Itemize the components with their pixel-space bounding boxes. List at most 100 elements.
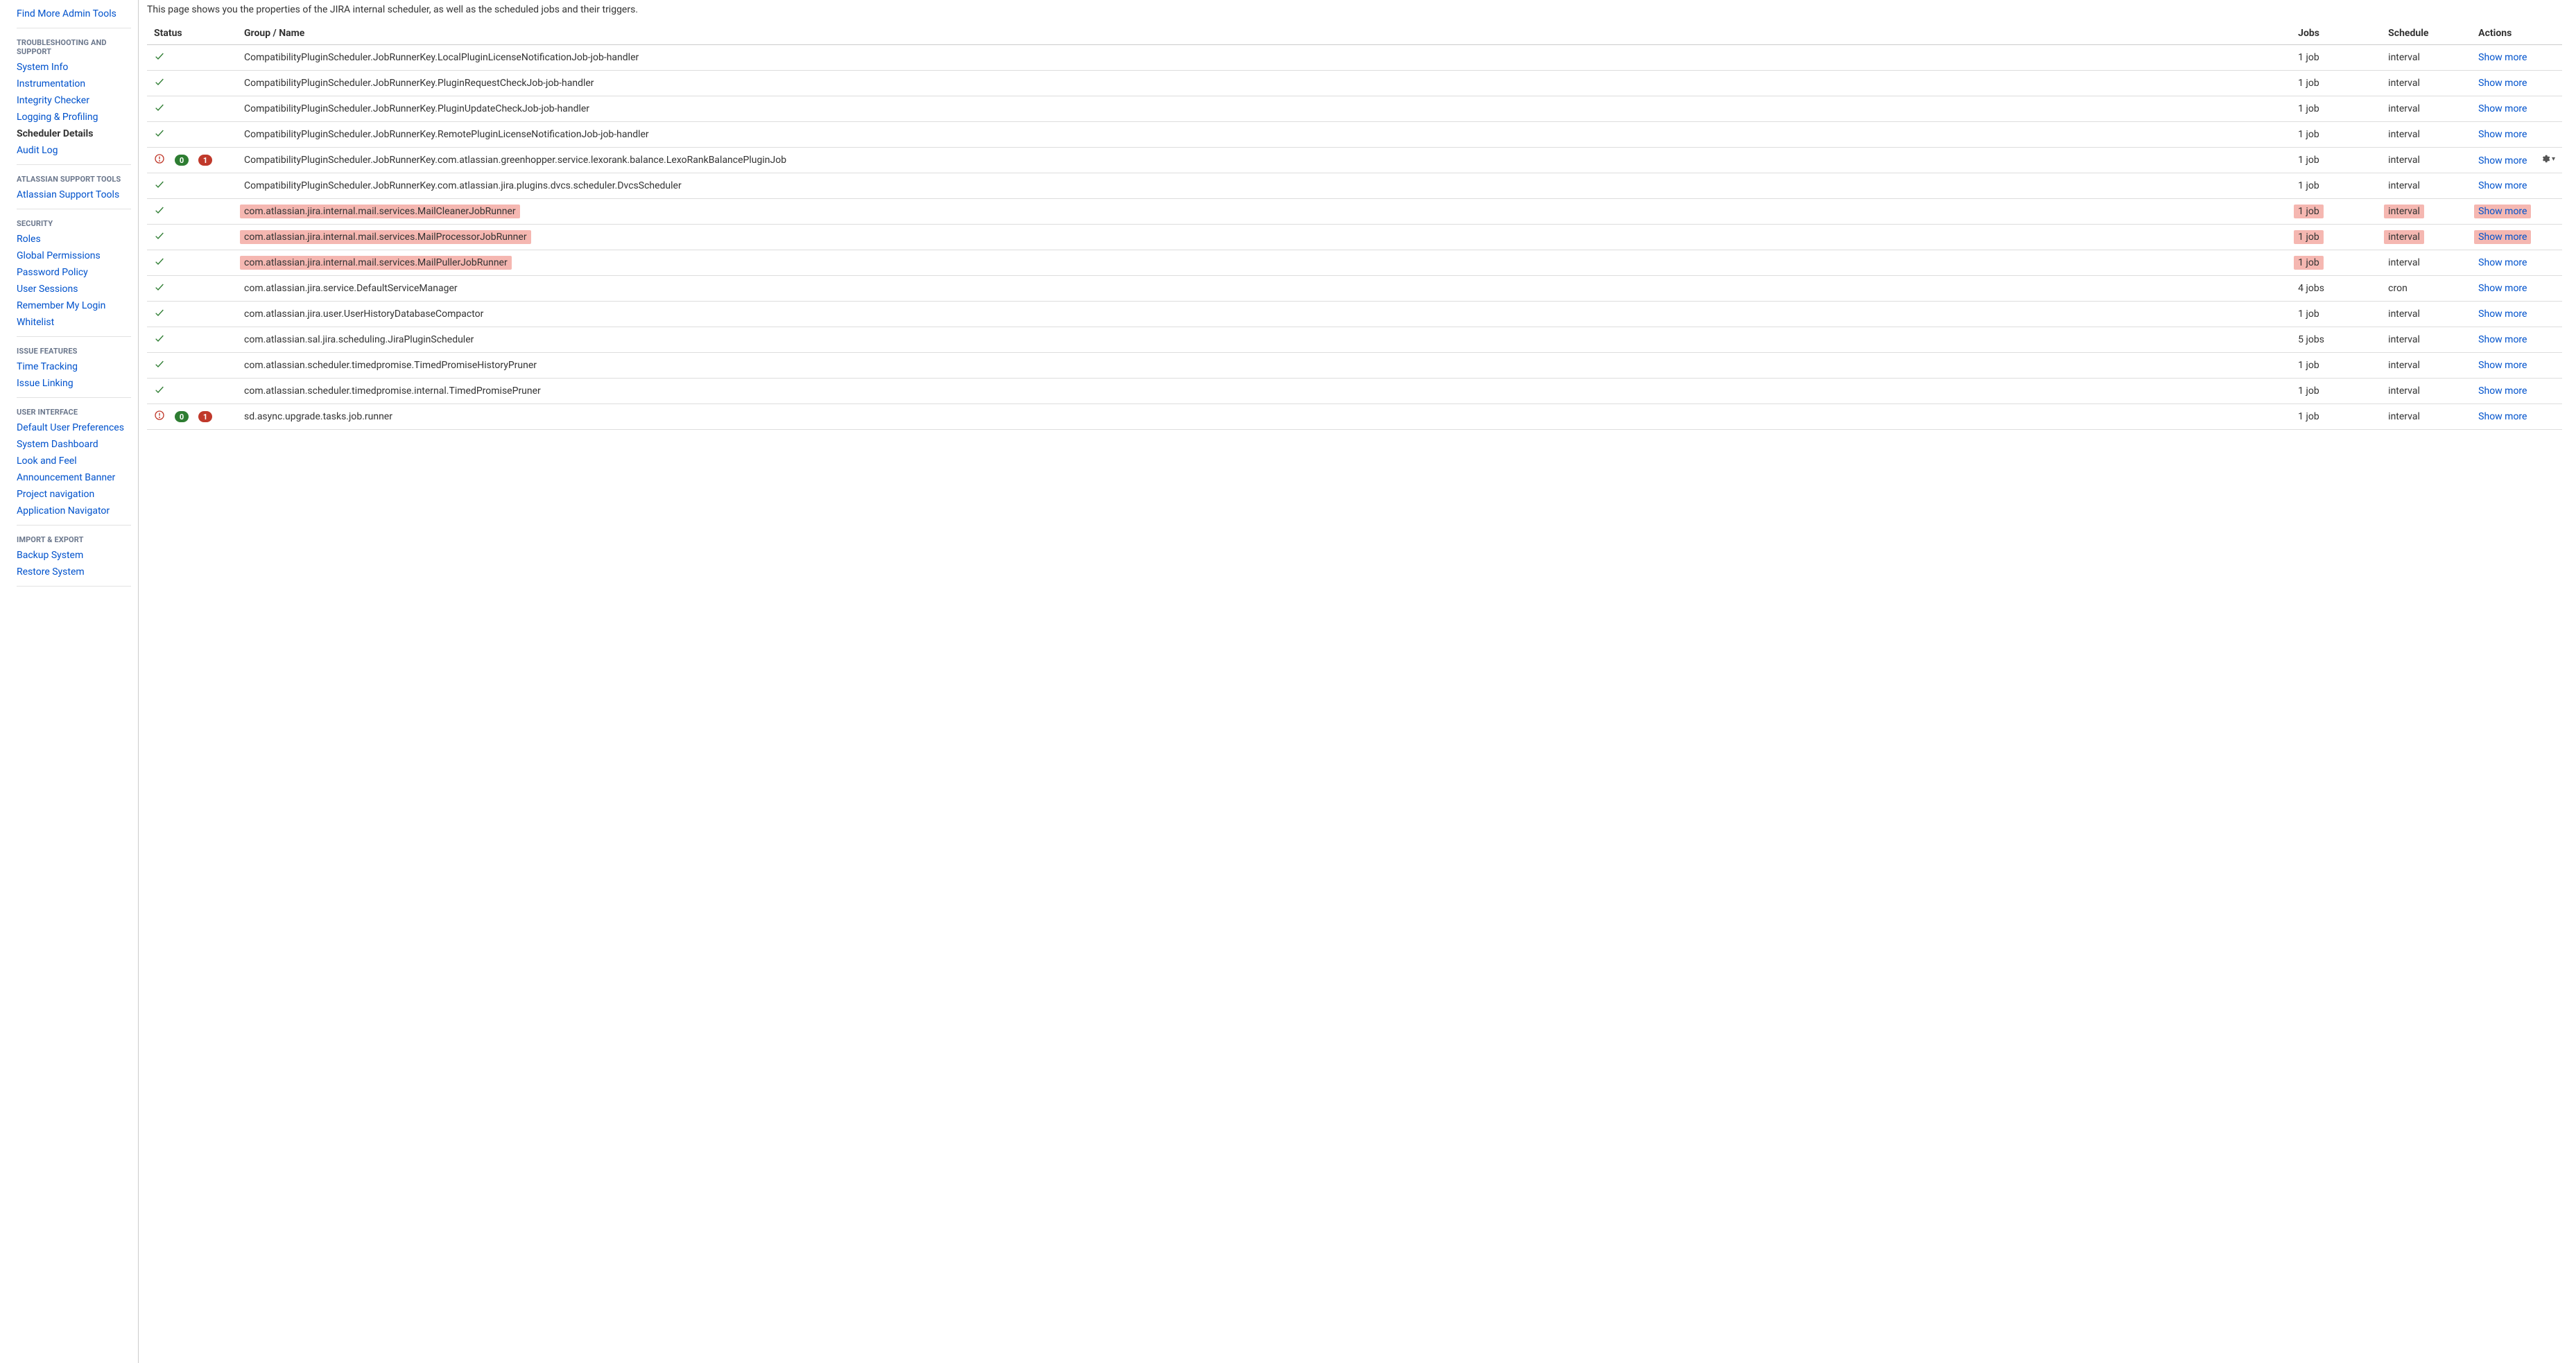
status-cell: [147, 96, 237, 122]
table-row: 01CompatibilityPluginScheduler.JobRunner…: [147, 148, 2562, 173]
show-more-link[interactable]: Show more: [2478, 155, 2527, 166]
check-icon: [154, 76, 165, 90]
sidebar-group-label: SECURITY: [17, 209, 131, 231]
job-name: com.atlassian.jira.service.DefaultServic…: [237, 276, 2291, 302]
job-schedule: interval: [2381, 404, 2471, 430]
sidebar-item[interactable]: System Info: [17, 59, 131, 76]
sidebar-item[interactable]: Application Navigator: [17, 503, 131, 519]
job-count: 1 job: [2291, 199, 2381, 225]
job-count: 1 job: [2291, 71, 2381, 96]
show-more-link[interactable]: Show more: [2478, 52, 2527, 63]
check-icon: [154, 102, 165, 116]
page-intro: This page shows you the properties of th…: [147, 4, 2562, 22]
table-row: com.atlassian.scheduler.timedpromise.Tim…: [147, 353, 2562, 379]
sidebar-group-label: ATLASSIAN SUPPORT TOOLS: [17, 165, 131, 186]
job-count: 1 job: [2291, 173, 2381, 199]
sidebar-item[interactable]: Scheduler Details: [17, 125, 131, 142]
job-schedule: interval: [2381, 96, 2471, 122]
check-icon: [154, 51, 165, 64]
show-more-link[interactable]: Show more: [2478, 411, 2527, 422]
status-cell: [147, 353, 237, 379]
col-header-name: Group / Name: [237, 22, 2291, 45]
show-more-link[interactable]: Show more: [2478, 180, 2527, 191]
job-count: 1 job: [2291, 302, 2381, 327]
show-more-link[interactable]: Show more: [2478, 309, 2527, 320]
job-count: 1 job: [2291, 45, 2381, 71]
table-row: com.atlassian.sal.jira.scheduling.JiraPl…: [147, 327, 2562, 353]
job-count: 1 job: [2291, 250, 2381, 276]
table-row: com.atlassian.scheduler.timedpromise.int…: [147, 379, 2562, 404]
table-row: com.atlassian.jira.internal.mail.service…: [147, 225, 2562, 250]
sidebar-item[interactable]: Atlassian Support Tools: [17, 186, 131, 203]
sidebar-item[interactable]: Roles: [17, 231, 131, 248]
sidebar-item[interactable]: Audit Log: [17, 142, 131, 159]
actions-cell: Show more: [2471, 379, 2562, 404]
job-count: 1 job: [2291, 96, 2381, 122]
status-badge-success: 0: [175, 411, 189, 422]
sidebar-group-label: IMPORT & EXPORT: [17, 526, 131, 547]
sidebar-item[interactable]: System Dashboard: [17, 436, 131, 453]
sidebar-item[interactable]: Announcement Banner: [17, 469, 131, 486]
show-more-link[interactable]: Show more: [2478, 385, 2527, 397]
job-count: 1 job: [2291, 379, 2381, 404]
sidebar-item[interactable]: Time Tracking: [17, 358, 131, 375]
show-more-link[interactable]: Show more: [2478, 206, 2527, 217]
sidebar-item[interactable]: Restore System: [17, 564, 131, 580]
sidebar-group-label: ISSUE FEATURES: [17, 337, 131, 358]
actions-cell: Show more: [2471, 122, 2562, 148]
check-icon: [154, 358, 165, 372]
show-more-link[interactable]: Show more: [2478, 103, 2527, 114]
sidebar-item[interactable]: Remember My Login: [17, 297, 131, 314]
sidebar-item[interactable]: Issue Linking: [17, 375, 131, 392]
job-schedule: interval: [2381, 173, 2471, 199]
table-row: 01sd.async.upgrade.tasks.job.runner1 job…: [147, 404, 2562, 430]
show-more-link[interactable]: Show more: [2478, 360, 2527, 371]
show-more-link[interactable]: Show more: [2478, 283, 2527, 294]
show-more-link[interactable]: Show more: [2478, 232, 2527, 243]
table-row: CompatibilityPluginScheduler.JobRunnerKe…: [147, 122, 2562, 148]
sidebar-group-label: USER INTERFACE: [17, 398, 131, 419]
actions-cell: Show more: [2471, 96, 2562, 122]
status-cell: [147, 276, 237, 302]
job-name: com.atlassian.scheduler.timedpromise.Tim…: [237, 353, 2291, 379]
sidebar-item[interactable]: Project navigation: [17, 486, 131, 503]
admin-sidebar: Find More Admin Tools TROUBLESHOOTING AN…: [0, 0, 139, 1363]
sidebar-item[interactable]: Instrumentation: [17, 76, 131, 92]
status-cell: [147, 302, 237, 327]
show-more-link[interactable]: Show more: [2478, 78, 2527, 89]
job-schedule: interval: [2381, 199, 2471, 225]
job-count: 4 jobs: [2291, 276, 2381, 302]
actions-cell: Show more: [2471, 302, 2562, 327]
sidebar-find-more-tools[interactable]: Find More Admin Tools: [17, 6, 131, 22]
show-more-link[interactable]: Show more: [2478, 129, 2527, 140]
job-name: com.atlassian.jira.internal.mail.service…: [237, 225, 2291, 250]
table-row: com.atlassian.jira.internal.mail.service…: [147, 250, 2562, 276]
sidebar-item[interactable]: Integrity Checker: [17, 92, 131, 109]
job-schedule: interval: [2381, 225, 2471, 250]
sidebar-item[interactable]: Global Permissions: [17, 248, 131, 264]
table-row: CompatibilityPluginScheduler.JobRunnerKe…: [147, 173, 2562, 199]
status-badge-fail: 1: [198, 155, 212, 166]
check-icon: [154, 281, 165, 295]
check-icon: [154, 205, 165, 218]
sidebar-item[interactable]: User Sessions: [17, 281, 131, 297]
sidebar-item[interactable]: Look and Feel: [17, 453, 131, 469]
job-schedule: interval: [2381, 379, 2471, 404]
status-cell: [147, 379, 237, 404]
sidebar-item[interactable]: Whitelist: [17, 314, 131, 331]
warn-icon: [154, 410, 165, 424]
sidebar-item[interactable]: Default User Preferences: [17, 419, 131, 436]
sidebar-item[interactable]: Backup System: [17, 547, 131, 564]
actions-cell: Show more: [2471, 327, 2562, 353]
check-icon: [154, 307, 165, 321]
show-more-link[interactable]: Show more: [2478, 334, 2527, 345]
job-name: com.atlassian.scheduler.timedpromise.int…: [237, 379, 2291, 404]
sidebar-item[interactable]: Logging & Profiling: [17, 109, 131, 125]
show-more-link[interactable]: Show more: [2478, 257, 2527, 268]
row-actions-menu[interactable]: ▾: [2541, 154, 2555, 164]
table-row: CompatibilityPluginScheduler.JobRunnerKe…: [147, 96, 2562, 122]
sidebar-item[interactable]: Password Policy: [17, 264, 131, 281]
job-count: 1 job: [2291, 404, 2381, 430]
job-schedule: interval: [2381, 250, 2471, 276]
check-icon: [154, 230, 165, 244]
